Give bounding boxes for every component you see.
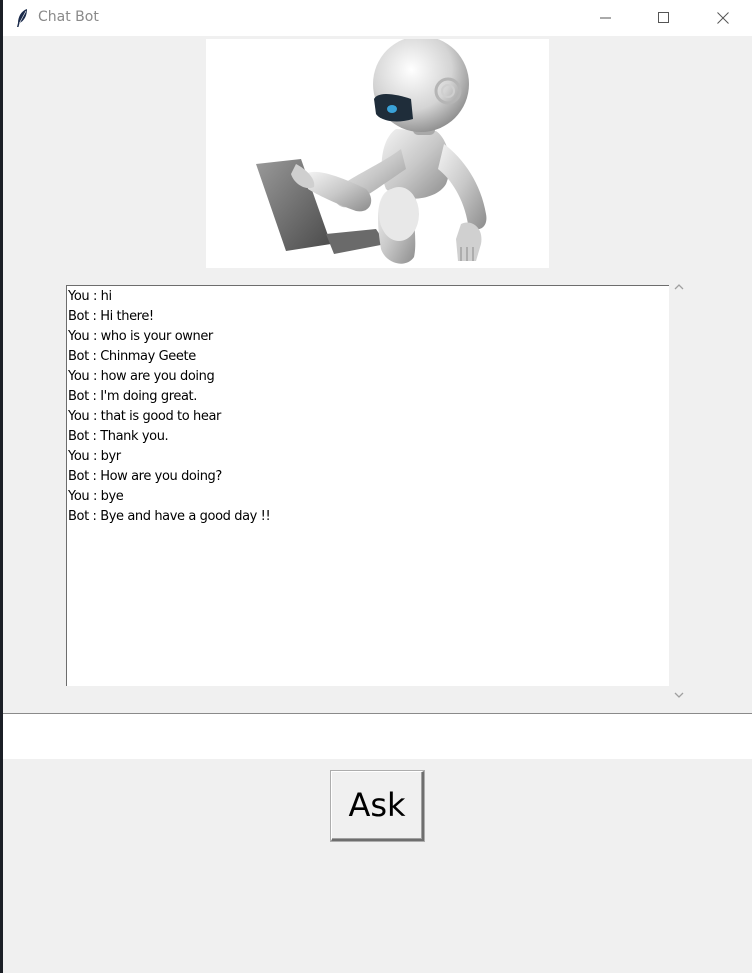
chat-line: You : who is your owner [68, 329, 213, 344]
chat-line: Bot : Chinmay Geete [68, 349, 196, 364]
chat-line: Bot : I'm doing great. [68, 389, 197, 404]
chat-line: You : byr [68, 449, 121, 464]
scroll-down-icon[interactable] [674, 684, 684, 703]
minimize-button[interactable] [576, 0, 634, 36]
chat-line: Bot : How are you doing? [68, 469, 222, 484]
minimize-icon [600, 17, 611, 19]
scroll-up-icon[interactable] [674, 276, 684, 295]
feather-icon [15, 8, 29, 28]
maximize-button[interactable] [634, 0, 692, 36]
message-input[interactable] [3, 714, 752, 759]
chat-line: You : bye [68, 489, 124, 504]
close-button[interactable] [693, 0, 751, 36]
robot-with-laptop-image [256, 36, 487, 264]
window-title: Chat Bot [38, 9, 99, 25]
message-input-container [3, 713, 752, 759]
chat-line: Bot : Hi there! [68, 309, 154, 324]
chat-scrollbar[interactable] [669, 270, 689, 701]
chat-log[interactable]: You : hi Bot : Hi there! You : who is yo… [66, 285, 669, 686]
ask-button[interactable]: Ask [331, 771, 424, 841]
chat-line: You : how are you doing [68, 369, 215, 384]
maximize-icon [658, 12, 669, 23]
chat-bot-window: Chat Bot You: hi Bot: Hi there! You: … [3, 0, 752, 973]
chat-line: You : that is good to hear [68, 409, 221, 424]
chat-line: You : hi [68, 289, 112, 304]
chat-line: Bot : Bye and have a good day !! [68, 509, 271, 524]
chat-line: Bot : Thank you. [68, 429, 169, 444]
robot-image [206, 36, 549, 268]
close-icon [717, 12, 729, 24]
title-bar[interactable]: Chat Bot [3, 0, 752, 36]
